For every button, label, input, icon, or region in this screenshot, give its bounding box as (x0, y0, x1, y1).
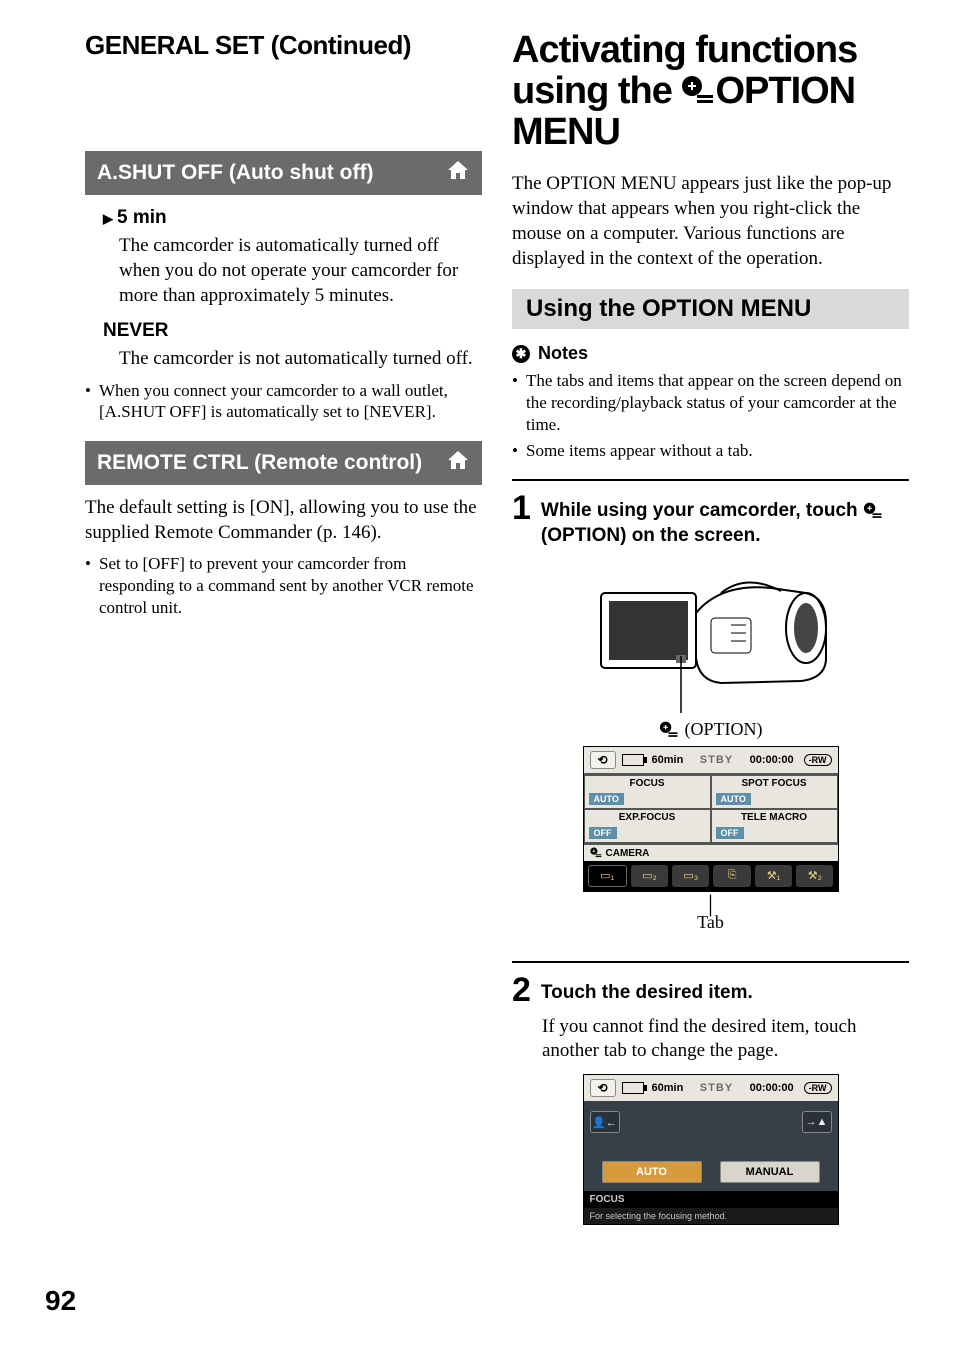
lcd-topbar: ⟲ 60min STBY 00:00:00 -RW (584, 1075, 838, 1101)
step-text: Touch the desired item. (541, 973, 753, 1007)
remotectrl-note: Set to [OFF] to prevent your camcorder f… (85, 553, 482, 618)
option-caption: (OPTION) (512, 719, 909, 740)
note-item: Some items appear without a tab. (512, 440, 909, 462)
option-never-desc: The camcorder is not automatically turne… (119, 346, 482, 371)
lcd-cell-value: AUTO (716, 793, 751, 805)
lcd-tabs: ▭₁ ▭₂ ▭₃ ⎘ ⚒︎₁ ⚒︎₂ (584, 861, 838, 891)
lcd-screenshot-1: ⟲ 60min STBY 00:00:00 -RW FOCUS AUTO SPO… (583, 746, 839, 892)
camcorder-illustration (581, 563, 841, 713)
lcd-timecode: 00:00:00 (750, 754, 794, 766)
lcd-cell-telemacro: TELE MACRO OFF (711, 809, 838, 843)
intro-text: The OPTION MENU appears just like the po… (512, 171, 909, 271)
lcd-cell-value: OFF (716, 827, 744, 839)
option-5min-heading: ▶ 5 min (103, 207, 482, 229)
option-5min-label: 5 min (117, 207, 167, 228)
option-caption-text: (OPTION) (685, 719, 763, 740)
step1-text-a: While using your camcorder, touch (541, 500, 863, 521)
feature-bar-ashutoff: A.SHUT OFF (Auto shut off) (85, 151, 482, 195)
lcd-time: 60min (652, 1082, 684, 1094)
divider (512, 479, 909, 481)
option-never-heading: NEVER (103, 320, 482, 342)
divider (512, 961, 909, 963)
back-icon: ⟲ (590, 751, 616, 769)
feature-title: REMOTE CTRL (Remote control) (97, 451, 422, 475)
lcd-tab: ⚒︎₂ (796, 865, 833, 887)
lcd-timecode: 00:00:00 (750, 1082, 794, 1094)
lcd-cell-focus: FOCUS AUTO (584, 775, 711, 809)
notes-icon: ✱ (512, 345, 530, 363)
subheading: Using the OPTION MENU (512, 289, 909, 329)
lcd-tab: ▭₃ (672, 865, 709, 887)
lcd-cell-value: OFF (589, 827, 617, 839)
option-never-label: NEVER (103, 320, 168, 341)
lcd-focus-label: FOCUS (584, 1191, 838, 1208)
remotectrl-desc: The default setting is [ON], allowing yo… (85, 495, 482, 545)
lcd-cell-label: TELE MACRO (716, 812, 833, 823)
lcd-left-btn: 👤← (590, 1111, 620, 1133)
lcd-cell-expfocus: EXP.FOCUS OFF (584, 809, 711, 843)
lcd-hint: For selecting the focusing method. (584, 1208, 838, 1224)
ashutoff-note: When you connect your camcorder to a wal… (85, 380, 482, 424)
lcd-stby: STBY (689, 1082, 743, 1094)
step-1: 1 While using your camcorder, touch (OPT… (512, 491, 909, 548)
lcd-right-btn: →▲ (802, 1111, 832, 1133)
lcd-cell-spotfocus: SPOT FOCUS AUTO (711, 775, 838, 809)
home-icon (446, 447, 470, 479)
lcd-screenshot-2: ⟲ 60min STBY 00:00:00 -RW 👤← →▲ AUTO MAN… (583, 1074, 839, 1225)
step1-text-b: (OPTION) on the screen. (541, 525, 761, 546)
lcd-media: -RW (804, 1082, 832, 1094)
lcd-cell-value: AUTO (589, 793, 624, 805)
lcd-tab: ⎘ (713, 865, 750, 887)
page-number: 92 (45, 1285, 76, 1317)
option-5min-desc: The camcorder is automatically turned of… (119, 233, 482, 308)
step-text: While using your camcorder, touch (OPTIO… (541, 491, 909, 548)
lcd-cell-label: SPOT FOCUS (716, 778, 833, 789)
feature-bar-remotectrl: REMOTE CTRL (Remote control) (85, 441, 482, 485)
step-2-body: If you cannot find the desired item, tou… (542, 1015, 909, 1064)
lcd-cell-label: FOCUS (589, 778, 706, 789)
option-menu-icon (590, 847, 602, 861)
lcd-category: CAMERA (584, 843, 838, 861)
lcd-tab: ▭₂ (631, 865, 668, 887)
step-number: 2 (512, 973, 531, 1007)
lcd-stby: STBY (689, 754, 743, 766)
battery-icon (622, 754, 644, 766)
step-number: 1 (512, 491, 531, 548)
back-icon: ⟲ (590, 1079, 616, 1097)
section-title: GENERAL SET (Continued) (85, 30, 482, 61)
default-marker-icon: ▶ (103, 211, 113, 226)
option-menu-icon (681, 75, 715, 105)
lcd-auto-btn: AUTO (602, 1161, 702, 1183)
option-menu-icon (659, 719, 679, 740)
battery-icon (622, 1082, 644, 1094)
note-item: The tabs and items that appear on the sc… (512, 370, 909, 435)
notes-label-text: Notes (538, 343, 588, 364)
step-2: 2 Touch the desired item. (512, 973, 909, 1007)
page-title: Activating functions using the OPTION ME… (512, 30, 909, 153)
lcd-media: -RW (804, 754, 832, 766)
home-icon (446, 157, 470, 189)
lcd-tab: ▭₁ (588, 865, 627, 887)
lcd-category-label: CAMERA (606, 848, 650, 859)
lcd-topbar: ⟲ 60min STBY 00:00:00 -RW (584, 747, 838, 773)
lcd-time: 60min (652, 754, 684, 766)
notes-heading: ✱ Notes (512, 343, 909, 364)
lcd-cell-label: EXP.FOCUS (589, 812, 706, 823)
tab-caption: Tab (512, 912, 909, 933)
option-menu-icon (863, 500, 883, 521)
feature-title: A.SHUT OFF (Auto shut off) (97, 161, 373, 185)
lcd-tab: ⚒︎₁ (755, 865, 792, 887)
lcd-manual-btn: MANUAL (720, 1161, 820, 1183)
